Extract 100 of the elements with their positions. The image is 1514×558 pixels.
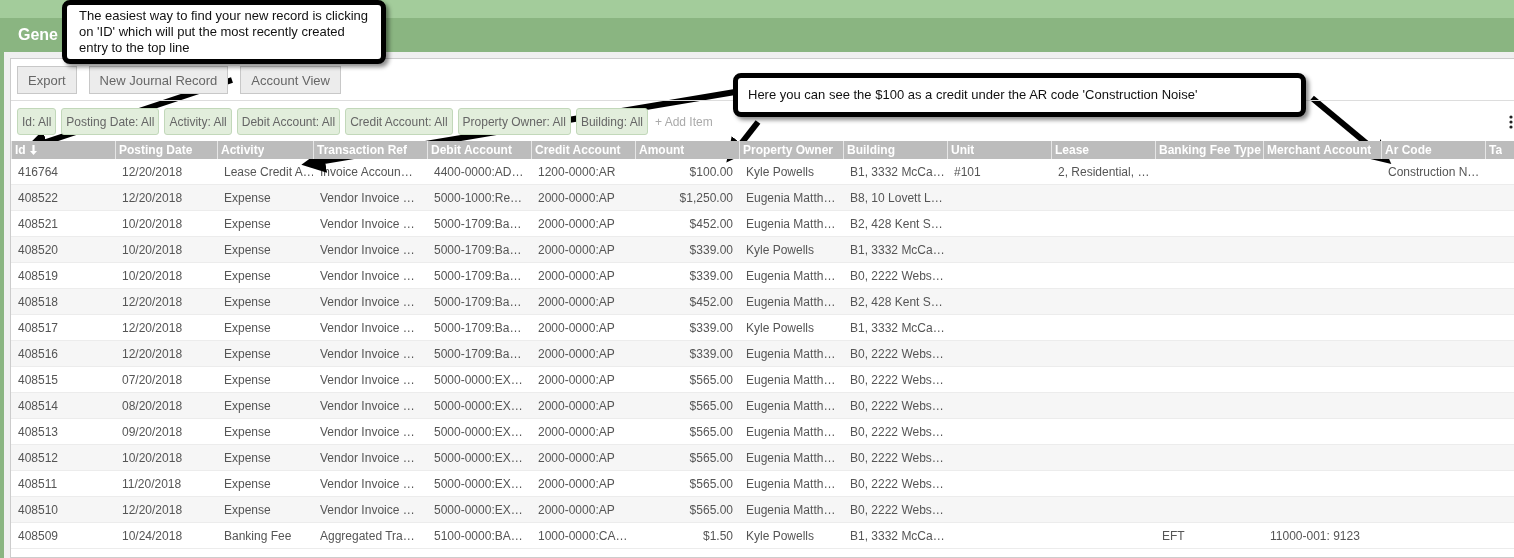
table-cell: 2000-0000:AP: [538, 190, 615, 205]
amount-cell: $1,250.00: [679, 190, 733, 205]
add-item-link[interactable]: + Add Item: [655, 114, 713, 129]
table-cell: B0, 2222 Webs…: [850, 398, 944, 413]
table-cell: B0, 2222 Webs…: [850, 424, 944, 439]
table-cell: B1, 3332 McCa…: [850, 164, 945, 179]
table-cell: 12/20/2018: [122, 164, 183, 179]
table-cell: 12/20/2018: [122, 502, 183, 517]
table-cell: 09/20/2018: [122, 424, 183, 439]
table-cell: Expense: [224, 294, 271, 309]
table-cell: 408520: [18, 242, 59, 257]
toolbar-button[interactable]: New Journal Record: [88, 66, 229, 94]
table-cell: Eugenia Matth…: [746, 502, 836, 517]
table-cell: 408510: [18, 502, 59, 517]
table-cell: Vendor Invoice …: [320, 320, 415, 335]
table-cell: B0, 2222 Webs…: [850, 476, 944, 491]
filter-chip[interactable]: Building: All: [575, 108, 648, 135]
table-cell: Expense: [224, 476, 271, 491]
amount-cell: $452.00: [689, 216, 733, 231]
callout: The easiest way to find your new record is clicking on 'ID' which will put the most recently created entry to the top line: [62, 0, 386, 64]
table-cell: 2000-0000:AP: [538, 242, 615, 257]
more-icon[interactable]: [1509, 114, 1513, 129]
table-cell: 5000-1709:Ba…: [434, 242, 522, 257]
amount-cell: $339.00: [689, 320, 733, 335]
table-cell: 5000-0000:EX…: [434, 476, 523, 491]
table-cell: 2000-0000:AP: [538, 424, 615, 439]
table-cell: 5000-1709:Ba…: [434, 320, 522, 335]
table-cell: Kyle Powells: [746, 164, 815, 179]
table-cell: B0, 2222 Webs…: [850, 268, 944, 283]
table-cell: 2, Residential, …: [1058, 164, 1150, 179]
table-cell: B0, 2222 Webs…: [850, 450, 944, 465]
amount-cell: $339.00: [689, 268, 733, 283]
amount-cell: $452.00: [689, 294, 733, 309]
table-cell: B0, 2222 Webs…: [850, 502, 944, 517]
table-cell: 416764: [18, 164, 59, 179]
table-cell: Vendor Invoice …: [320, 346, 415, 361]
table-cell: 5000-1709:Ba…: [434, 268, 522, 283]
amount-cell: $565.00: [689, 502, 733, 517]
panel-title: Gene: [18, 26, 58, 44]
table-cell: Vendor Invoice …: [320, 476, 415, 491]
table-cell: B1, 3332 McCa…: [850, 320, 945, 335]
table-cell: 2000-0000:AP: [538, 320, 615, 335]
table-cell: 408512: [18, 450, 59, 465]
table-cell: 11/20/2018: [122, 476, 182, 491]
table-cell: 5000-0000:EX…: [434, 450, 523, 465]
table-cell: 5100-0000:BA…: [434, 528, 523, 543]
table-cell: 5000-0000:EX…: [434, 424, 523, 439]
table-cell: 10/20/2018: [122, 242, 183, 257]
table-cell: B1, 3332 McCa…: [850, 242, 945, 257]
table-cell: 10/20/2018: [122, 450, 183, 465]
table-cell: Eugenia Matth…: [746, 476, 836, 491]
table-cell: 2000-0000:AP: [538, 268, 615, 283]
table-cell: 5000-1000:Re…: [434, 190, 523, 205]
filter-chip[interactable]: Id: All: [17, 108, 57, 135]
table-cell: 2000-0000:AP: [538, 476, 615, 491]
table-cell: Vendor Invoice …: [320, 216, 415, 231]
filter-chip[interactable]: Debit Account: All: [236, 108, 341, 135]
table-cell: Expense: [224, 242, 271, 257]
filter-chip[interactable]: Property Owner: All: [457, 108, 571, 135]
table-cell: 408517: [18, 320, 59, 335]
table-cell: Banking Fee: [224, 528, 292, 543]
filter-chip[interactable]: Credit Account: All: [345, 108, 453, 135]
table-cell: 408515: [18, 372, 59, 387]
filter-chip[interactable]: Activity: All: [164, 108, 232, 135]
table-cell: 5000-0000:EX…: [434, 372, 523, 387]
table-cell: 2000-0000:AP: [538, 346, 615, 361]
toolbar-button[interactable]: Account View: [240, 66, 341, 94]
table-cell: 408511: [18, 476, 58, 491]
table-cell: 408516: [18, 346, 59, 361]
table-cell: Aggregated Tra…: [320, 528, 415, 543]
table-cell: 07/20/2018: [122, 372, 183, 387]
table-cell: 408519: [18, 268, 59, 283]
table-cell: 11000-001: 9123: [1270, 528, 1360, 543]
filter-chip[interactable]: Posting Date: All: [61, 108, 160, 135]
table-cell: 408513: [18, 424, 59, 439]
table-cell: Lease Credit A…: [224, 164, 313, 179]
table-cell: Eugenia Matth…: [746, 294, 836, 309]
table-cell: Expense: [224, 424, 271, 439]
table-cell: Vendor Invoice …: [320, 424, 415, 439]
table-cell: Eugenia Matth…: [746, 216, 836, 231]
table-cell: Expense: [224, 346, 271, 361]
table-cell: 12/20/2018: [122, 320, 183, 335]
table-cell: Vendor Invoice …: [320, 372, 415, 387]
toolbar-button[interactable]: Export: [17, 66, 77, 94]
table-cell: Vendor Invoice …: [320, 190, 415, 205]
table-cell: B1, 3332 McCa…: [850, 528, 945, 543]
table-cell: Vendor Invoice …: [320, 450, 415, 465]
table-cell: 2000-0000:AP: [538, 398, 615, 413]
table-cell: 1200-0000:AR: [538, 164, 616, 179]
callout: Here you can see the $100 as a credit under the AR code 'Construction Noise': [733, 73, 1306, 117]
table-cell: Eugenia Matth…: [746, 398, 836, 413]
table-cell: B0, 2222 Webs…: [850, 372, 944, 387]
table-cell: Eugenia Matth…: [746, 268, 836, 283]
table-cell: 10/20/2018: [122, 268, 183, 283]
table-cell: Expense: [224, 372, 271, 387]
table-cell: Expense: [224, 320, 271, 335]
table-cell: 5000-0000:EX…: [434, 502, 523, 517]
table-cell: Eugenia Matth…: [746, 424, 836, 439]
table-cell: Eugenia Matth…: [746, 372, 836, 387]
table-cell: 5000-1709:Ba…: [434, 294, 522, 309]
